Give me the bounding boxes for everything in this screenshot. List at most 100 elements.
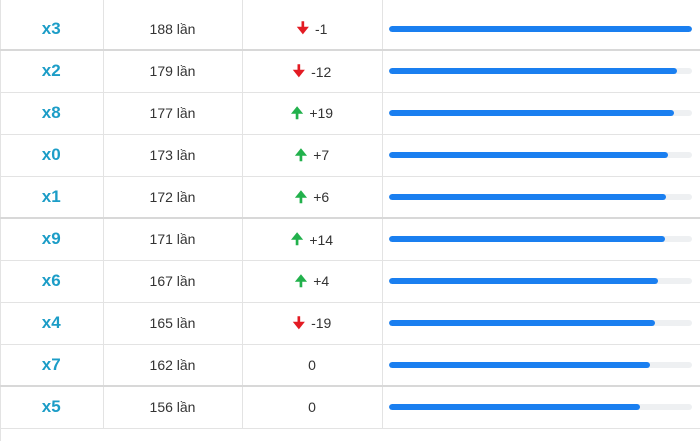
count-label: 188 lần [149,20,196,37]
change-value: -19 [311,315,332,332]
progress-fill [388,152,668,158]
change-indicator: 🠉 +7 [295,147,329,163]
change-value: 0 [308,356,316,373]
count-label: 165 lần [149,315,196,331]
number-cell: x5 [0,386,104,429]
number-label: x4 [41,313,61,332]
change-value: +19 [309,105,334,122]
progress-track [388,110,692,116]
number-cell: x6 [0,260,104,303]
bar-cell [382,0,700,51]
arrow-up-icon: 🠉 [290,104,304,122]
bar-cell [382,92,700,135]
count-cell: 172 lần [103,176,243,219]
change-value: 0 [308,399,316,416]
count-cell: 167 lần [103,260,243,303]
count-label: 167 lần [149,273,196,289]
bar-cell [382,260,700,303]
bar-cell [382,50,700,93]
table-row: x3 188 lần 🠋 -1 [0,0,700,51]
number-label: x8 [41,103,61,122]
progress-fill [388,361,651,368]
progress-track [388,404,692,411]
progress-track [388,152,692,158]
number-cell: x0 [0,134,104,177]
number-label: x3 [41,18,61,38]
number-cell: x7 [0,344,104,387]
progress-fill [388,110,675,116]
number-label: x2 [41,61,61,81]
change-indicator: 0 [308,357,316,373]
progress-fill [388,404,641,411]
bar-cell [382,218,700,261]
table-row: x9 171 lần 🠉 +14 [0,218,700,261]
count-label: 173 lần [149,147,196,163]
count-label: 162 lần [149,356,196,373]
bar-cell [382,176,700,219]
frequency-table: x3 188 lần 🠋 -1 x2 179 lần 🠋 -12 x8 177 … [0,0,700,429]
bar-cell [382,302,700,345]
number-cell: x4 [0,302,104,345]
table-row: x5 156 lần 0 [0,386,700,429]
change-cell: 🠉 +19 [242,92,383,135]
progress-fill [388,278,658,284]
number-label: x9 [41,229,61,249]
change-value: +7 [313,147,330,164]
progress-track [388,320,692,326]
frequency-table-body: x3 188 lần 🠋 -1 x2 179 lần 🠋 -12 x8 177 … [0,0,700,429]
progress-track [388,361,692,368]
arrow-up-icon: 🠉 [294,146,308,164]
number-cell: x9 [0,218,104,261]
bar-cell [382,134,700,177]
progress-track [388,278,692,284]
count-cell: 162 lần [103,344,243,387]
table-row: x8 177 lần 🠉 +19 [0,92,700,135]
change-indicator: 🠉 +14 [291,232,333,248]
change-cell: 🠉 +6 [242,176,383,219]
table-row: x6 167 lần 🠉 +4 [0,260,700,303]
count-cell: 177 lần [103,92,243,135]
table-row: x4 165 lần 🠋 -19 [0,302,700,345]
change-indicator: 🠋 -19 [293,315,332,331]
number-cell: x8 [0,92,104,135]
arrow-up-icon: 🠉 [294,272,308,290]
change-indicator: 🠉 +4 [295,273,329,289]
progress-fill [388,320,655,326]
count-cell: 171 lần [103,218,243,261]
table-row: x0 173 lần 🠉 +7 [0,134,700,177]
count-cell: 188 lần [103,0,243,51]
number-label: x5 [41,397,61,417]
progress-fill [388,193,667,200]
count-label: 156 lần [149,399,196,416]
change-value: +14 [309,231,334,248]
table-row: x1 172 lần 🠉 +6 [0,176,700,219]
arrow-up-icon: 🠉 [290,231,304,248]
progress-track [388,193,692,200]
number-label: x7 [41,354,61,374]
arrow-down-icon: 🠋 [296,20,309,38]
table-row: x2 179 lần 🠋 -12 [0,50,700,93]
change-cell: 🠉 +14 [242,218,383,261]
arrow-up-icon: 🠉 [294,188,308,206]
change-indicator: 🠉 +6 [295,189,329,205]
change-indicator: 0 [308,399,316,415]
progress-fill [388,236,665,243]
change-cell: 🠋 -19 [242,302,383,345]
number-label: x1 [41,186,61,206]
count-label: 172 lần [149,188,196,205]
count-label: 177 lần [149,105,196,121]
bar-cell [382,386,700,429]
change-indicator: 🠋 -12 [293,64,332,80]
count-cell: 173 lần [103,134,243,177]
change-cell: 🠋 -12 [242,50,383,93]
change-cell: 0 [242,386,383,429]
arrow-down-icon: 🠋 [292,314,306,332]
number-label: x0 [41,145,61,164]
progress-track [388,68,692,75]
progress-track [388,236,692,243]
count-cell: 179 lần [103,50,243,93]
change-cell: 🠋 -1 [242,0,383,51]
progress-fill [388,25,692,32]
progress-fill [388,68,678,75]
change-value: +4 [313,273,330,290]
